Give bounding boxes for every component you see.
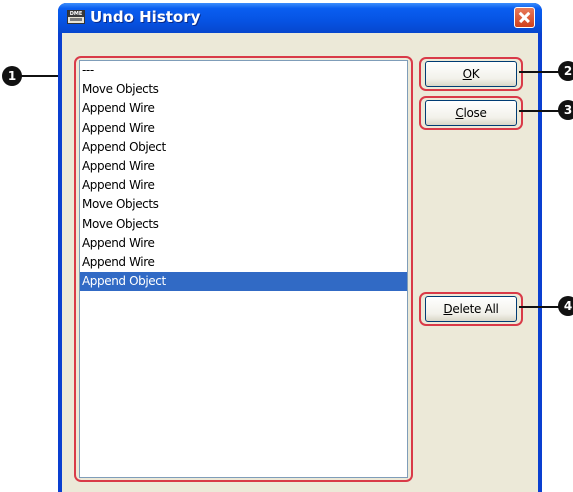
app-icon: DME bbox=[67, 10, 85, 24]
list-item[interactable]: Move Objects bbox=[80, 195, 407, 214]
dialog-client-area: --- Move Objects Append Wire Append Wire App… bbox=[62, 33, 538, 492]
undo-history-window: DME Undo History --- Move Objects Append W… bbox=[58, 3, 542, 492]
callout-2: 2 bbox=[558, 61, 573, 81]
title-bar[interactable]: DME Undo History bbox=[58, 3, 542, 33]
callout-2-leader bbox=[519, 71, 561, 73]
delete-all-button[interactable]: Delete All bbox=[425, 296, 517, 322]
list-item[interactable]: Append Wire bbox=[80, 157, 407, 176]
close-window-icon[interactable] bbox=[514, 7, 535, 28]
list-item[interactable]: Append Wire bbox=[80, 253, 407, 272]
list-item[interactable]: Append Object bbox=[80, 272, 407, 292]
ok-button[interactable]: OK bbox=[425, 61, 517, 87]
callout-3: 3 bbox=[558, 100, 573, 120]
list-item[interactable]: Append Wire bbox=[80, 176, 407, 195]
close-button[interactable]: Close bbox=[425, 100, 517, 126]
callout-1: 1 bbox=[2, 66, 22, 86]
list-item[interactable]: Move Objects bbox=[80, 215, 407, 234]
list-item[interactable]: Append Wire bbox=[80, 119, 407, 138]
window-title: Undo History bbox=[90, 8, 201, 26]
list-item[interactable]: Append Object bbox=[80, 138, 407, 157]
list-item[interactable]: Move Objects bbox=[80, 80, 407, 99]
callout-3-leader bbox=[519, 110, 561, 112]
undo-history-list[interactable]: --- Move Objects Append Wire Append Wire App… bbox=[79, 60, 408, 478]
list-item[interactable]: Append Wire bbox=[80, 99, 407, 118]
history-items: --- Move Objects Append Wire Append Wire App… bbox=[80, 61, 407, 292]
list-item[interactable]: --- bbox=[80, 61, 407, 80]
callout-4-leader bbox=[519, 306, 561, 308]
callout-4: 4 bbox=[558, 296, 573, 316]
list-item[interactable]: Append Wire bbox=[80, 234, 407, 253]
